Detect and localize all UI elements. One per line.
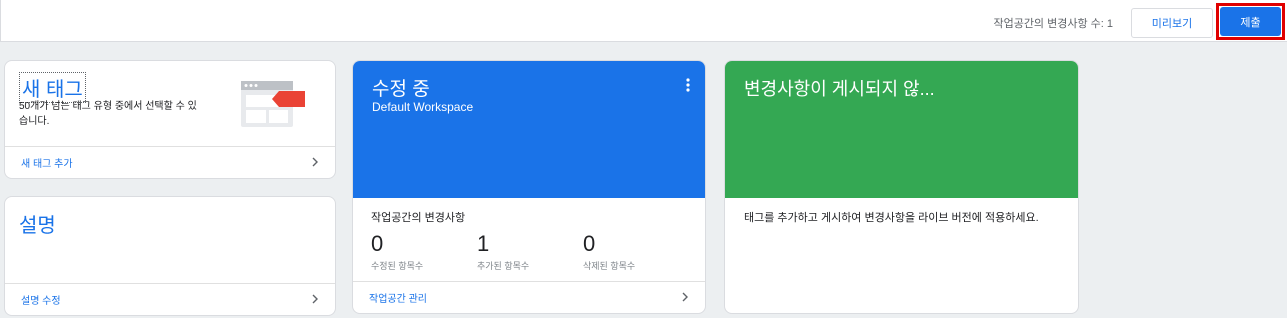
workspace-change-count: 작업공간의 변경사항 수: 1 <box>993 18 1113 30</box>
modified-label: 수정된 항목수 <box>371 261 424 271</box>
editing-workspace-card: 수정 중 Default Workspace 작업공간의 변경사항 0 수정된 … <box>352 60 706 314</box>
submit-button[interactable]: 제출 <box>1220 7 1281 36</box>
tag-illustration-icon <box>241 81 307 129</box>
description-title: 설명 <box>19 215 56 237</box>
add-new-tag-link[interactable]: 새 태그 추가 <box>21 155 73 170</box>
new-tag-card: 새 태그 50개가 넘는 태그 유형 중에서 선택할 수 있습니다. 새 태그 … <box>4 60 336 179</box>
new-tag-footer[interactable]: 새 태그 추가 <box>5 146 335 178</box>
new-tag-description: 50개가 넘는 태그 유형 중에서 선택할 수 있습니다. <box>19 101 197 127</box>
chevron-right-icon <box>679 291 691 303</box>
preview-button[interactable]: 미리보기 <box>1131 8 1213 38</box>
manage-workspace-link[interactable]: 작업공간 관리 <box>369 290 427 305</box>
top-bar: 작업공간의 변경사항 수: 1 미리보기 제출 <box>0 0 1287 42</box>
unpublished-title: 변경사항이 게시되지 않... <box>744 79 935 99</box>
manage-workspace-footer[interactable]: 작업공간 관리 <box>353 281 705 313</box>
more-vert-icon[interactable] <box>685 77 691 93</box>
modified-stat: 0 수정된 항목수 <box>371 231 423 272</box>
description-footer[interactable]: 설명 수정 <box>5 283 335 315</box>
added-count: 1 <box>477 231 490 256</box>
editing-header: 수정 중 Default Workspace <box>353 61 705 198</box>
added-stat: 1 추가된 항목수 <box>477 231 529 272</box>
added-label: 추가된 항목수 <box>477 261 530 271</box>
description-card: 설명 설명 수정 <box>4 196 336 316</box>
unpublished-description: 태그를 추가하고 게시하여 변경사항을 라이브 버전에 적용하세요. <box>744 212 1039 224</box>
modified-count: 0 <box>371 231 384 256</box>
editing-title: 수정 중 <box>372 79 430 100</box>
deleted-count: 0 <box>583 231 596 256</box>
unpublished-header: 변경사항이 게시되지 않... <box>725 61 1078 198</box>
edit-description-link[interactable]: 설명 수정 <box>21 292 61 307</box>
chevron-right-icon <box>309 293 321 305</box>
chevron-right-icon <box>309 156 321 168</box>
workspace-changes-title: 작업공간의 변경사항 <box>371 212 466 224</box>
unpublished-changes-card: 변경사항이 게시되지 않... 태그를 추가하고 게시하여 변경사항을 라이브 … <box>724 60 1079 314</box>
workspace-name: Default Workspace <box>372 100 474 114</box>
deleted-label: 삭제된 항목수 <box>583 261 636 271</box>
deleted-stat: 0 삭제된 항목수 <box>583 231 635 272</box>
